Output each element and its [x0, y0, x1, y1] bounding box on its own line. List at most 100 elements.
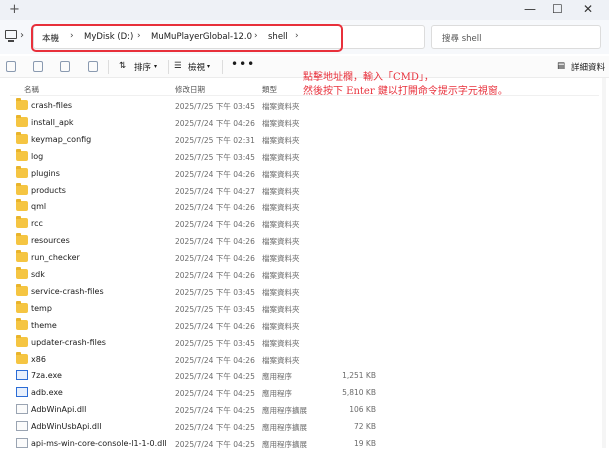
- file-type: 檔案資料夾: [262, 321, 300, 331]
- maximize-button[interactable]: ☐: [552, 2, 563, 16]
- file-name: x86: [31, 354, 46, 364]
- file-type: 檔案資料夾: [262, 254, 300, 264]
- computer-icon[interactable]: [5, 30, 17, 42]
- column-header-name[interactable]: 名稱: [24, 84, 39, 95]
- column-header-type[interactable]: 類型: [262, 84, 277, 95]
- file-row[interactable]: plugins 2025/7/24 下午 04:26 檔案資料夾: [10, 165, 599, 182]
- file-name: 7za.exe: [31, 371, 62, 381]
- file-row[interactable]: theme 2025/7/24 下午 04:26 檔案資料夾: [10, 317, 599, 334]
- folder-icon: [16, 300, 28, 313]
- details-button[interactable]: 詳細資料: [571, 61, 605, 73]
- file-type: 檔案資料夾: [262, 271, 300, 280]
- file-date: 2025/7/25 下午 02:31: [175, 135, 255, 145]
- file-row[interactable]: 7za.exe 2025/7/24 下午 04:25 應用程序 1,251 KB: [10, 368, 599, 384]
- sort-button[interactable]: 排序: [134, 61, 151, 73]
- vertical-scrollbar[interactable]: [602, 78, 606, 448]
- paste-icon[interactable]: [60, 61, 70, 72]
- copy-icon[interactable]: [33, 61, 43, 72]
- folder-icon: [16, 216, 28, 229]
- file-row[interactable]: sdk 2025/7/24 下午 04:26 檔案資料夾: [10, 267, 599, 283]
- file-size: 1,251 KB: [342, 371, 376, 381]
- toolbar-divider: [108, 60, 109, 74]
- view-button[interactable]: 檢視: [188, 61, 205, 73]
- file-name: updater-crash-files: [31, 337, 106, 347]
- file-date: 2025/7/25 下午 03:45: [175, 287, 255, 297]
- column-header-date[interactable]: 修改日期: [175, 84, 205, 95]
- file-name: keymap_config: [31, 134, 92, 144]
- file-row[interactable]: run_checker 2025/7/24 下午 04:26 檔案資料夾: [10, 250, 599, 266]
- address-highlight-annotation: [31, 24, 343, 52]
- toolbar-divider: [222, 60, 223, 74]
- dll-file-icon: [16, 421, 28, 432]
- file-row[interactable]: rcc 2025/7/24 下午 04:26 檔案資料夾: [10, 216, 599, 232]
- file-row[interactable]: keymap_config 2025/7/25 下午 02:31 檔案資料夾: [10, 131, 599, 148]
- sort-icon[interactable]: ⇅: [119, 61, 126, 71]
- file-date: 2025/7/25 下午 03:45: [175, 304, 255, 314]
- search-input[interactable]: 搜尋 shell: [431, 25, 601, 49]
- file-type: 檔案資料夾: [262, 118, 300, 128]
- file-date: 2025/7/25 下午 03:45: [175, 338, 255, 348]
- file-name: qml: [31, 202, 47, 212]
- file-date: 2025/7/24 下午 04:26: [175, 355, 255, 365]
- file-size: 72 KB: [354, 422, 376, 432]
- file-size: 19 KB: [354, 439, 376, 448]
- file-type: 應用程序: [262, 372, 292, 382]
- file-row[interactable]: log 2025/7/25 下午 03:45 檔案資料夾: [10, 148, 599, 165]
- file-name: sdk: [31, 270, 45, 279]
- file-type: 檔案資料夾: [262, 169, 300, 179]
- file-row[interactable]: adb.exe 2025/7/24 下午 04:25 應用程序 5,810 KB: [10, 385, 599, 401]
- delete-icon[interactable]: [88, 61, 98, 72]
- file-name: service-crash-files: [31, 286, 104, 296]
- file-size: 106 KB: [349, 405, 376, 415]
- file-type: 檔案資料夾: [262, 338, 300, 348]
- folder-icon: [16, 250, 28, 263]
- folder-icon: [16, 182, 28, 195]
- folder-icon: [16, 283, 28, 296]
- file-date: 2025/7/24 下午 04:26: [175, 321, 255, 331]
- file-type: 應用程序擴展: [262, 406, 307, 416]
- file-row[interactable]: resources 2025/7/24 下午 04:26 檔案資料夾: [10, 233, 599, 249]
- file-date: 2025/7/24 下午 04:25: [175, 440, 255, 449]
- minimize-button[interactable]: —: [524, 2, 536, 16]
- file-type: 檔案資料夾: [262, 186, 300, 196]
- file-row[interactable]: x86 2025/7/24 下午 04:26 檔案資料夾: [10, 351, 599, 368]
- file-name: products: [31, 185, 66, 195]
- file-type: 應用程序擴展: [262, 423, 307, 433]
- chevron-down-icon[interactable]: ▾: [154, 63, 157, 70]
- folder-icon: [16, 131, 28, 144]
- file-row[interactable]: api-ms-win-core-console-l1-1-0.dll 2025/7…: [10, 436, 599, 450]
- file-name: theme: [31, 320, 57, 330]
- view-icon[interactable]: ☰: [174, 61, 182, 71]
- file-row[interactable]: crash-files 2025/7/25 下午 03:45 檔案資料夾: [10, 98, 599, 114]
- file-row[interactable]: install_apk 2025/7/24 下午 04:26 檔案資料夾: [10, 114, 599, 131]
- file-row[interactable]: AdbWinApi.dll 2025/7/24 下午 04:25 應用程序擴展 106…: [10, 402, 599, 418]
- file-type: 檔案資料夾: [262, 237, 300, 247]
- folder-icon: [16, 98, 28, 110]
- file-type: 檔案資料夾: [262, 135, 300, 145]
- cut-icon[interactable]: [6, 61, 16, 72]
- file-name: AdbWinApi.dll: [31, 405, 87, 415]
- file-type: 檔案資料夾: [262, 287, 300, 297]
- folder-icon: [16, 317, 28, 330]
- annotation-line-1: 點擊地址欄，輸入「CMD」，: [303, 72, 434, 83]
- close-button[interactable]: ✕: [583, 2, 593, 16]
- file-name: temp: [31, 303, 52, 313]
- folder-icon: [16, 233, 28, 246]
- file-name: plugins: [31, 168, 60, 178]
- chevron-right-icon[interactable]: ›: [20, 30, 24, 41]
- file-date: 2025/7/24 下午 04:26: [175, 203, 255, 213]
- file-row[interactable]: products 2025/7/24 下午 04:27 檔案資料夾: [10, 182, 599, 199]
- title-strip: + — ☐ ✕: [0, 0, 609, 20]
- file-row[interactable]: qml 2025/7/24 下午 04:26 檔案資料夾: [10, 199, 599, 215]
- more-options-button[interactable]: •••: [231, 57, 255, 71]
- file-row[interactable]: AdbWinUsbApi.dll 2025/7/24 下午 04:25 應用程序擴展…: [10, 419, 599, 435]
- file-row[interactable]: service-crash-files 2025/7/25 下午 03:45 檔案資…: [10, 283, 599, 300]
- folder-icon: [16, 334, 28, 347]
- folder-icon: [16, 165, 28, 178]
- details-pane-icon[interactable]: ▤: [557, 61, 565, 71]
- file-row[interactable]: updater-crash-files 2025/7/25 下午 03:45 檔案資…: [10, 334, 599, 351]
- file-row[interactable]: temp 2025/7/25 下午 03:45 檔案資料夾: [10, 300, 599, 317]
- dll-file-icon: [16, 404, 28, 415]
- chevron-down-icon[interactable]: ▾: [207, 63, 210, 70]
- new-tab-button[interactable]: +: [9, 2, 20, 17]
